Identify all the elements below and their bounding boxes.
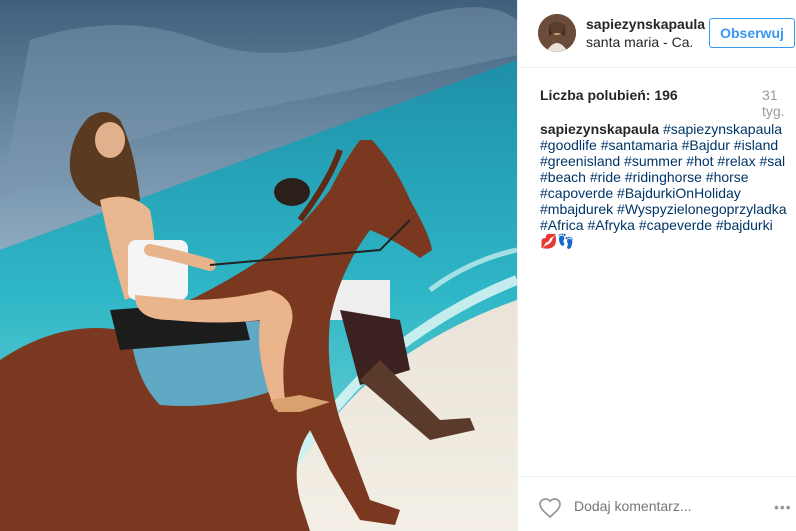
follow-button[interactable]: Obserwuj — [709, 18, 795, 48]
post-side-panel: sapiezynskapaula santa maria - Ca... Obs… — [517, 0, 796, 531]
comment-bar: ••• — [518, 476, 796, 531]
username-link[interactable]: sapiezynskapaula — [586, 16, 705, 32]
post-caption: sapiezynskapaula #sapiezynskapaula #good… — [540, 121, 790, 249]
more-options-icon[interactable]: ••• — [774, 499, 796, 515]
profile-picture-icon — [538, 14, 576, 52]
comment-input[interactable] — [574, 498, 724, 514]
location-link[interactable]: santa maria - Ca... — [586, 34, 692, 50]
post-timestamp[interactable]: 31 tyg. — [762, 87, 796, 119]
caption-emoji: 💋👣 — [540, 233, 575, 249]
avatar[interactable] — [538, 14, 576, 52]
likes-count[interactable]: Liczba polubień: 196 — [540, 87, 678, 103]
post-header: sapiezynskapaula santa maria - Ca... Obs… — [518, 0, 796, 68]
beach-horse-riding-image — [0, 0, 517, 531]
caption-author-link[interactable]: sapiezynskapaula — [540, 121, 659, 137]
caption-hashtags[interactable]: #sapiezynskapaula #goodlife #santamaria … — [540, 121, 787, 233]
heart-outline-icon[interactable] — [538, 496, 562, 520]
likes-row: Liczba polubień: 196 31 tyg. — [518, 84, 796, 119]
post-photo[interactable] — [0, 0, 517, 531]
